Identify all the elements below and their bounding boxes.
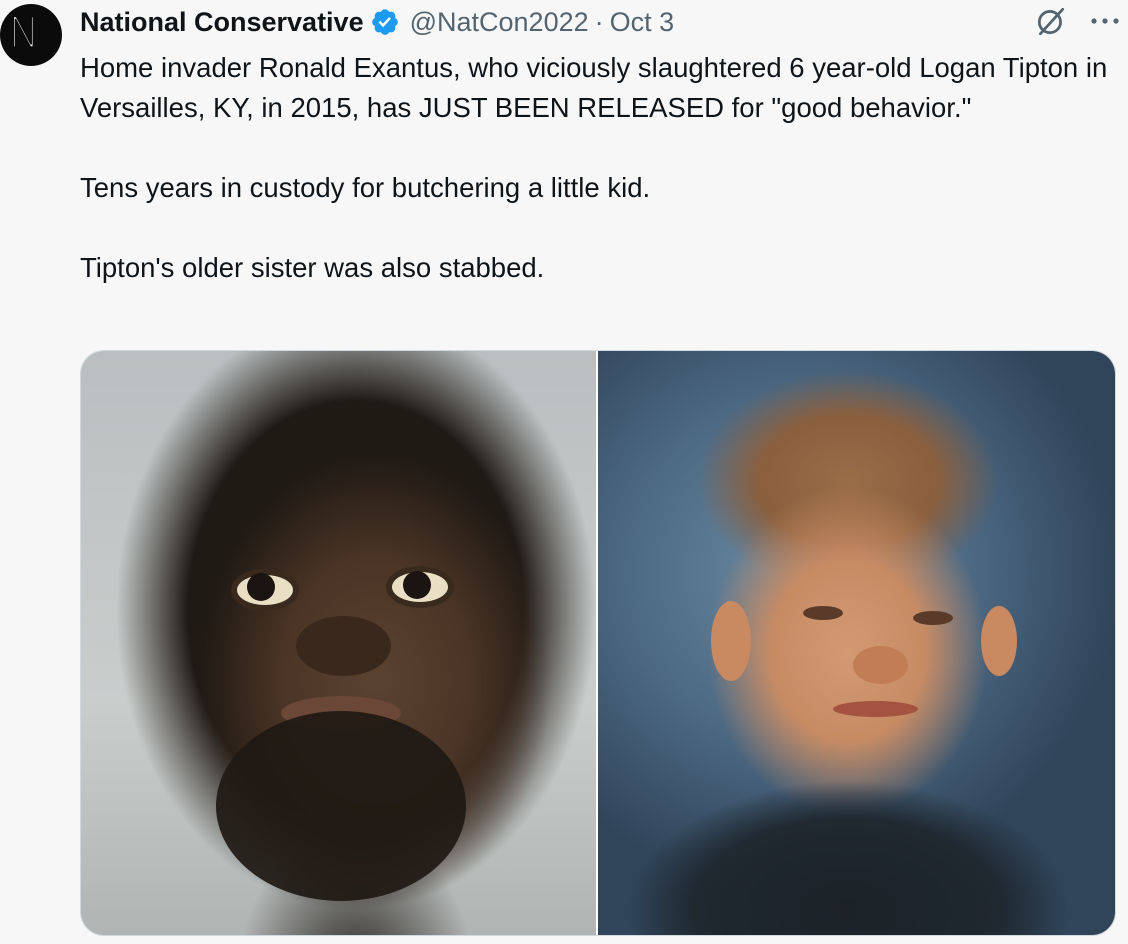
verified-badge-icon[interactable] (370, 7, 400, 37)
nose (853, 646, 908, 684)
beard (216, 711, 466, 901)
tweet-date[interactable]: Oct 3 (610, 7, 675, 38)
smile (833, 701, 918, 717)
grok-icon[interactable] (1034, 4, 1068, 38)
eye-left (803, 606, 843, 620)
pupil-right (403, 571, 431, 599)
media-grid (80, 350, 1116, 936)
pupil-left (247, 573, 275, 601)
ear-left (711, 601, 751, 681)
child-portrait-photo[interactable] (598, 351, 1115, 935)
mugshot-photo[interactable] (81, 351, 596, 935)
author-display-name[interactable]: National Conservative (80, 7, 364, 38)
author-handle[interactable]: @NatCon2022 (410, 7, 589, 38)
header-actions (1034, 4, 1120, 38)
ear-right (981, 606, 1017, 676)
author-avatar[interactable]: N (0, 4, 62, 66)
nose (296, 616, 391, 676)
natcon-n-logo: N (8, 8, 41, 57)
separator-dot: · (594, 6, 604, 37)
more-icon[interactable] (1090, 16, 1120, 26)
eye-right (913, 611, 953, 625)
tweet-header: National Conservative @NatCon2022 · Oct … (80, 2, 674, 42)
tweet-text: Home invader Ronald Exantus, who vicious… (80, 52, 1108, 283)
